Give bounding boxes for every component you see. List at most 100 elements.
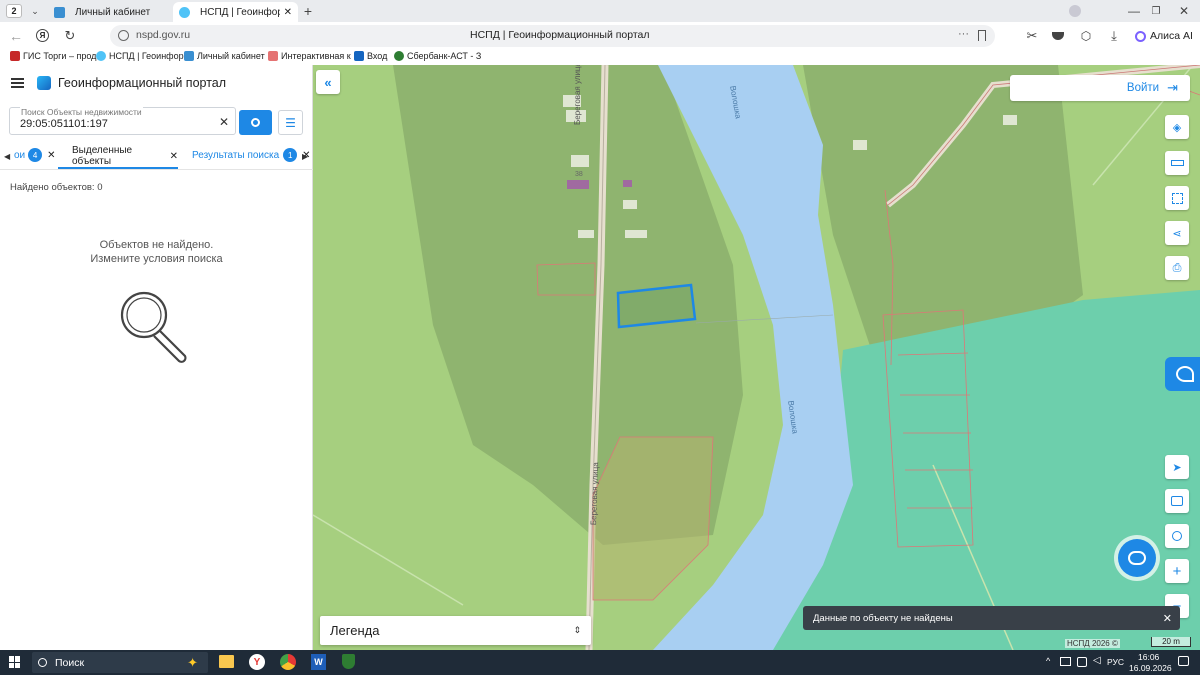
close-tab-icon[interactable]: ✕	[284, 7, 292, 18]
legend-label: Легенда	[330, 623, 380, 638]
tab-selected-objects[interactable]: Выделенные объекты ✕	[58, 145, 178, 169]
login-icon	[354, 51, 364, 61]
bookmark-label: Интерактивная к	[281, 51, 351, 61]
tab-divider	[0, 169, 313, 170]
found-count: Найдено объектов: 0	[10, 182, 103, 193]
chrome-icon[interactable]	[280, 654, 296, 670]
bookmark-icon[interactable]	[978, 30, 986, 41]
filter-button[interactable]: ☰	[278, 110, 303, 135]
tab-scroll-right-icon[interactable]: ▶	[302, 152, 308, 161]
yandex-icon[interactable]: Я	[36, 29, 49, 42]
tray-app-icon[interactable]	[1077, 657, 1087, 667]
toast-text: Данные по объекту не найдены	[813, 612, 953, 624]
profile-icon[interactable]	[1069, 5, 1081, 17]
tab-label: Выделенные объекты	[72, 145, 133, 167]
bookmark-nspd[interactable]: НСПД | Геоинфор	[96, 51, 184, 61]
network-icon[interactable]	[1060, 657, 1071, 666]
bookmark-interactive-map[interactable]: Интерактивная к	[268, 51, 351, 61]
file-explorer-icon[interactable]	[219, 655, 234, 668]
ruler-icon	[1170, 160, 1184, 166]
tab-label: Результаты поиска	[192, 149, 280, 161]
close-tab-icon[interactable]: ✕	[170, 151, 178, 162]
tab-partial[interactable]: ои 4 ✕	[14, 148, 56, 162]
speaker-icon[interactable]: ◁	[1093, 655, 1101, 666]
tabs-dropdown-icon[interactable]: ⌄	[28, 4, 42, 18]
minimap-button[interactable]	[1165, 489, 1189, 513]
alice-label: Алиса AI	[1150, 30, 1193, 42]
extensions-puzzle-icon[interactable]: ✂	[1024, 28, 1040, 44]
locate-button[interactable]: ➤	[1165, 455, 1189, 479]
restore-icon[interactable]: ❐	[1148, 3, 1164, 19]
layers-button[interactable]: ◈	[1165, 115, 1189, 139]
tab-personal-cabinet[interactable]: Личный кабинет	[48, 2, 172, 22]
ruler-button[interactable]	[1165, 151, 1189, 175]
site-info-icon[interactable]	[118, 30, 129, 41]
scale-text: 20 m	[1162, 637, 1180, 646]
bookmark-personal-cabinet[interactable]: Личный кабинет	[184, 51, 265, 61]
search-field[interactable]: Поиск Объекты недвижимости 29:05:051101:…	[9, 107, 236, 135]
magnifier-empty-icon	[120, 291, 187, 363]
print-button[interactable]: ⎙	[1165, 256, 1189, 280]
taskbar-search[interactable]: Поиск ✦	[32, 652, 208, 673]
clock-date[interactable]: 16.09.2026	[1129, 663, 1172, 673]
sberbank-icon	[394, 51, 404, 61]
area-select-button[interactable]	[1165, 186, 1189, 210]
area-select-icon	[1171, 192, 1183, 204]
windows-start-icon[interactable]	[9, 656, 21, 668]
reload-icon[interactable]: ↻	[62, 28, 78, 44]
search-button[interactable]	[239, 110, 272, 135]
language-indicator[interactable]: РУС	[1107, 657, 1124, 667]
clock-time[interactable]: 16:06	[1138, 652, 1159, 662]
bookmark-label: Вход	[367, 51, 388, 61]
app-mode-button[interactable]	[1165, 357, 1200, 391]
geolocation-button[interactable]	[1165, 524, 1189, 548]
share-button[interactable]: ⋖	[1165, 221, 1189, 245]
more-options-icon[interactable]: ···	[958, 28, 969, 40]
window-close-icon[interactable]: ✕	[1176, 3, 1192, 19]
address-bar[interactable]: nspd.gov.ru НСПД | Геоинформационный пор…	[110, 25, 995, 47]
tab-nspd[interactable]: НСПД | Геоинформацио ✕	[173, 2, 298, 22]
download-icon[interactable]: ⤓	[1106, 28, 1122, 44]
map-canvas	[313, 65, 1200, 650]
notifications-icon[interactable]	[1178, 656, 1189, 666]
legend-panel[interactable]: Легенда ⇕	[320, 616, 591, 645]
yandex-browser-icon[interactable]: Y	[249, 654, 265, 670]
puzzle-icon[interactable]: ⬡	[1078, 28, 1094, 44]
minimize-icon[interactable]: —	[1126, 3, 1142, 19]
bookmark-gis-torgi[interactable]: ГИС Торги – прод	[10, 51, 96, 61]
bookmark-login[interactable]: Вход	[354, 51, 387, 61]
alice-button[interactable]: Алиса AI	[1135, 28, 1193, 44]
login-arrow-icon: ⇥	[1167, 80, 1178, 95]
close-tab-icon[interactable]: ✕	[47, 150, 55, 161]
bookmark-sberbank-ast[interactable]: Сбербанк-АСТ - З	[394, 51, 481, 61]
tab-search-results[interactable]: Результаты поиска 1 ✕	[192, 148, 311, 162]
back-icon[interactable]: ←	[8, 28, 24, 44]
zoom-in-button[interactable]: +	[1165, 559, 1189, 583]
hamburger-menu-icon[interactable]	[11, 78, 24, 88]
page-title-text: НСПД | Геоинформационный портал	[470, 29, 650, 41]
print-icon: ⎙	[1172, 261, 1182, 274]
share-icon: ⋖	[1172, 227, 1182, 240]
windows-taskbar: Поиск ✦ Y W ^ ◁ РУС 16:06 16.09.2026	[0, 650, 1200, 675]
tab-scroll-left-icon[interactable]: ◀	[4, 152, 10, 161]
tab-label: ои	[14, 149, 26, 161]
chat-button[interactable]	[1118, 539, 1156, 577]
tab-badge: 1	[283, 148, 298, 162]
gis-torgi-icon	[10, 51, 20, 61]
new-tab-icon[interactable]: +	[300, 3, 316, 19]
search-field-value: 29:05:051101:197	[20, 118, 108, 130]
bookmarks-bar: ГИС Торги – прод НСПД | Геоинфор Личный …	[0, 50, 1200, 65]
search-icon	[38, 658, 47, 667]
map-viewport[interactable]: Береговая улица Береговая улица Волошка …	[313, 65, 1200, 650]
close-toast-icon[interactable]: ✕	[1163, 612, 1172, 625]
collapse-sidebar-button[interactable]: «	[316, 70, 340, 94]
tray-chevron-icon[interactable]: ^	[1046, 656, 1050, 666]
word-icon[interactable]: W	[311, 654, 326, 670]
login-button[interactable]: Войти ⇥	[1010, 75, 1190, 101]
portal-logo-icon	[37, 76, 51, 90]
security-shield-icon[interactable]	[342, 654, 355, 669]
copilot-sparkle-icon: ✦	[187, 654, 198, 670]
tab-counter[interactable]: 2	[6, 4, 22, 18]
search-icon	[251, 118, 260, 127]
clear-search-icon[interactable]: ✕	[217, 115, 231, 129]
